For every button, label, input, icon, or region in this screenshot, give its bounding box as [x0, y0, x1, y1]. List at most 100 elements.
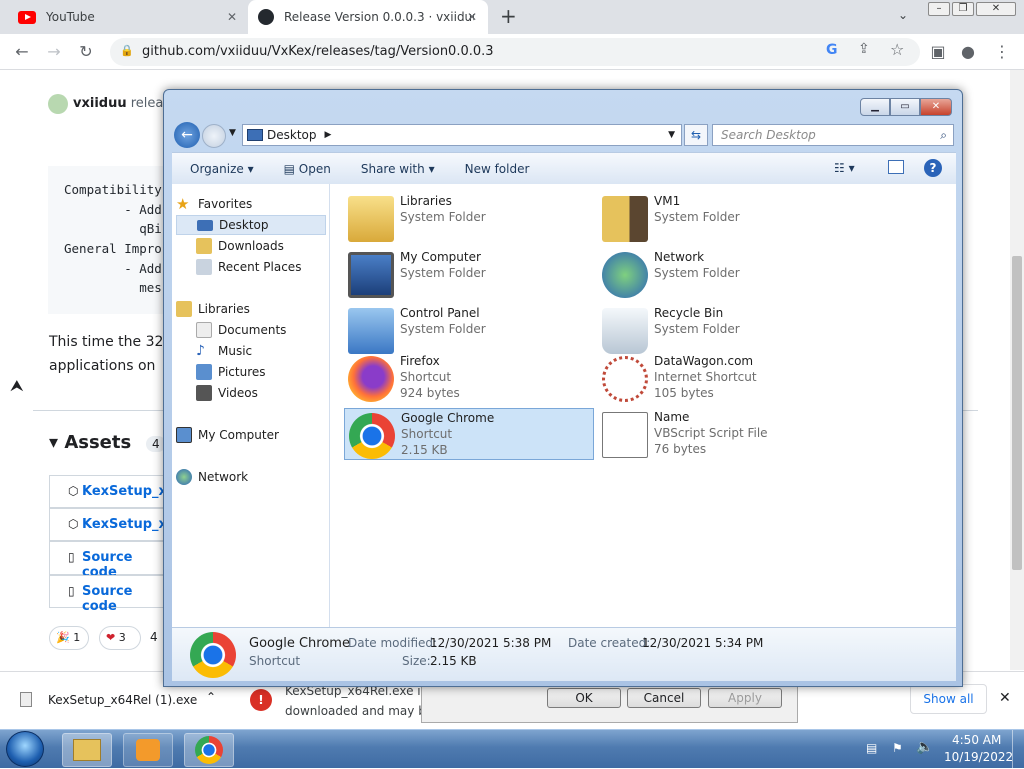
file-item[interactable]: Network System Folder	[598, 248, 848, 300]
breadcrumb-location[interactable]: Desktop	[267, 128, 317, 142]
new-folder-button[interactable]: New folder	[465, 162, 530, 176]
nav-documents[interactable]: Documents	[176, 320, 326, 340]
reaction-heart[interactable]: ❤ 3	[99, 626, 141, 650]
maximize-button[interactable]: ▭	[890, 98, 920, 116]
scrollbar-thumb[interactable]	[1012, 256, 1022, 570]
bookmark-star-icon[interactable]: ☆	[890, 40, 904, 59]
nav-downloads[interactable]: Downloads	[176, 236, 326, 256]
close-button[interactable]: ✕	[976, 2, 1016, 16]
modified-value: 12/30/2021 5:38 PM	[430, 636, 552, 650]
profile-icon[interactable]: ●	[958, 42, 978, 62]
organize-button[interactable]: Organize ▾	[190, 162, 254, 176]
nav-network[interactable]: Network	[176, 467, 326, 487]
restore-button[interactable]: ❐	[952, 2, 974, 16]
tray-network-icon[interactable]: ▤	[866, 741, 877, 755]
chevron-right-icon[interactable]: ▶	[325, 130, 332, 140]
tab-youtube[interactable]: YouTube ✕	[8, 0, 248, 34]
youtube-icon	[18, 10, 36, 24]
file-item[interactable]: Name VBScript Script File 76 bytes	[598, 408, 848, 460]
asset-row[interactable]: ▯ Source code	[49, 541, 165, 580]
chevron-down-icon[interactable]: ▼	[668, 130, 675, 140]
nav-my-computer[interactable]: My Computer	[176, 425, 326, 445]
nav-libraries[interactable]: Libraries	[176, 299, 326, 319]
close-icon[interactable]: ✕	[999, 690, 1011, 706]
chevron-up-icon[interactable]: ⌃	[206, 690, 216, 704]
minimize-button[interactable]: ▁	[860, 98, 890, 116]
new-tab-button[interactable]: +	[500, 4, 517, 28]
item-name: Firefox	[400, 354, 440, 368]
file-item[interactable]: Firefox Shortcut 924 bytes	[344, 352, 594, 404]
start-button[interactable]	[6, 731, 44, 767]
asset-link[interactable]: KexSetup_x6	[82, 484, 176, 499]
lock-icon[interactable]: 🔒	[120, 44, 134, 57]
nav-recent-places[interactable]: Recent Places	[176, 257, 326, 277]
breadcrumb[interactable]: Desktop ▶ ▼	[242, 124, 682, 146]
preview-pane-icon[interactable]	[888, 160, 904, 174]
back-icon[interactable]: ←	[12, 42, 32, 62]
nav-pictures[interactable]: Pictures	[176, 362, 326, 382]
assets-heading[interactable]: ▾ Assets	[49, 432, 131, 453]
back-icon[interactable]: ←	[174, 122, 200, 148]
taskbar-media-player[interactable]	[123, 733, 173, 767]
asset-link[interactable]: Source code	[82, 584, 164, 614]
asset-row[interactable]: ⬡ KexSetup_x6	[49, 508, 176, 541]
file-item-selected[interactable]: Google Chrome Shortcut 2.15 KB	[344, 408, 594, 460]
nav-favorites[interactable]: ★ Favorites	[176, 194, 326, 214]
chrome-icon	[190, 632, 236, 678]
mouse-cursor-icon: ⮝	[10, 376, 24, 395]
forward-icon[interactable]: →	[44, 42, 64, 62]
asset-row[interactable]: ▯ Source code	[49, 575, 165, 614]
reload-icon[interactable]: ↻	[76, 42, 96, 62]
asset-row[interactable]: ⬡ KexSetup_x6	[49, 475, 176, 508]
clock-time[interactable]: 4:50 AM	[952, 733, 1001, 747]
cancel-button[interactable]: Cancel	[627, 688, 701, 708]
download-filename[interactable]: KexSetup_x64Rel (1).exe	[48, 693, 197, 707]
reaction-tada[interactable]: 🎉 1	[49, 626, 89, 650]
close-tab-icon[interactable]: ✕	[224, 9, 240, 25]
search-input[interactable]: Search Desktop ⌕	[712, 124, 954, 146]
help-icon[interactable]: ?	[924, 159, 942, 177]
close-button[interactable]: ✕	[920, 98, 952, 116]
avatar	[48, 94, 68, 114]
ok-button[interactable]: OK	[547, 688, 621, 708]
url-text[interactable]: github.com/vxiiduu/VxKex/releases/tag/Ve…	[142, 44, 494, 59]
tab-search-icon[interactable]: ⌄	[898, 8, 908, 22]
tab-github-release[interactable]: Release Version 0.0.0.3 · vxiiduu/ ✕	[248, 0, 488, 34]
share-icon[interactable]: ⇪	[858, 41, 870, 57]
file-item[interactable]: Recycle Bin System Folder	[598, 304, 848, 356]
menu-icon[interactable]: ⋮	[992, 42, 1012, 62]
address-bar[interactable]: 🔒 github.com/vxiiduu/VxKex/releases/tag/…	[110, 38, 920, 66]
asset-link[interactable]: KexSetup_x6	[82, 517, 176, 532]
file-item[interactable]: VM1 System Folder	[598, 192, 848, 244]
minimize-button[interactable]: –	[928, 2, 950, 16]
apply-button[interactable]: Apply	[708, 688, 782, 708]
show-all-button[interactable]: Show all	[910, 684, 987, 714]
refresh-icon[interactable]: ⇆	[684, 124, 708, 146]
item-type: System Folder	[654, 322, 740, 336]
taskbar-explorer[interactable]	[62, 733, 112, 767]
recent-pages-icon[interactable]: ▼	[229, 128, 236, 138]
tray-volume-icon[interactable]: 🔈	[916, 739, 933, 755]
tray-action-center-icon[interactable]: ⚑	[892, 741, 903, 755]
file-item[interactable]: DataWagon.com Internet Shortcut 105 bytes	[598, 352, 848, 404]
forward-icon[interactable]	[202, 124, 226, 148]
file-item[interactable]: My Computer System Folder	[344, 248, 594, 300]
nav-desktop[interactable]: Desktop	[176, 215, 326, 235]
taskbar-chrome[interactable]	[184, 733, 234, 767]
share-with-button[interactable]: Share with ▾	[361, 162, 435, 176]
side-panel-icon[interactable]: ▣	[928, 42, 948, 62]
author-name[interactable]: vxiiduu	[73, 96, 127, 111]
search-icon[interactable]: ⌕	[940, 128, 947, 143]
close-tab-icon[interactable]: ✕	[464, 9, 480, 25]
nav-music[interactable]: ♪ Music	[176, 341, 326, 361]
view-options-icon[interactable]: ☷ ▾	[834, 161, 855, 175]
open-button[interactable]: ▤ Open	[284, 162, 331, 176]
page-scrollbar[interactable]	[1010, 70, 1024, 670]
clock-date[interactable]: 10/19/2022	[944, 750, 1013, 764]
nav-videos[interactable]: Videos	[176, 383, 326, 403]
file-item[interactable]: Control Panel System Folder	[344, 304, 594, 356]
item-name: My Computer	[400, 250, 481, 264]
google-icon[interactable]: G	[826, 42, 838, 58]
show-desktop-button[interactable]	[1012, 730, 1024, 769]
file-item[interactable]: Libraries System Folder	[344, 192, 594, 244]
